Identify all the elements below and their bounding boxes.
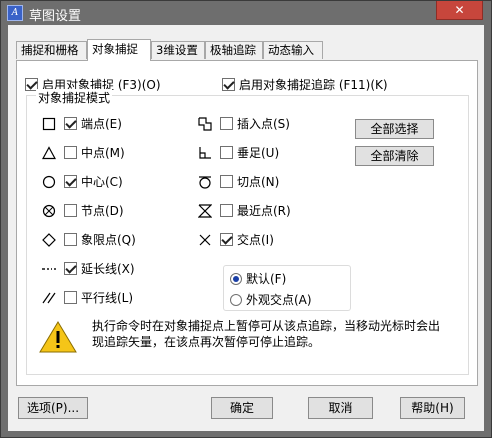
mode-intersection[interactable]: 交点(I) [198, 231, 274, 248]
center-checkbox[interactable] [64, 175, 77, 188]
nearest-label: 最近点(R) [237, 204, 291, 218]
nearest-checkbox[interactable] [220, 204, 233, 217]
quadrant-checkbox[interactable] [64, 233, 77, 246]
extension-label: 延长线(X) [81, 262, 135, 276]
clear-all-button[interactable]: 全部清除 [355, 146, 434, 166]
tab-dynamic-input[interactable]: 动态输入 [263, 41, 323, 59]
dialog-client: 捕捉和栅格 对象捕捉 3维设置 极轴追踪 动态输入 启用对象捕捉 (F3)(O)… [8, 25, 484, 431]
intersection-checkbox[interactable] [220, 233, 233, 246]
mode-extension[interactable]: 延长线(X) [42, 260, 135, 277]
nearest-marker-icon [197, 203, 213, 218]
parallel-marker-icon [42, 291, 56, 305]
apparent-intersection-option[interactable]: 外观交点(A) [230, 291, 312, 308]
mode-node[interactable]: 节点(D) [42, 202, 124, 219]
mode-insertion[interactable]: 插入点(S) [198, 115, 290, 132]
center-marker-icon [42, 175, 56, 189]
drafting-settings-window: A 草图设置 ✕ 捕捉和栅格 对象捕捉 3维设置 极轴追踪 动态输入 启用对象捕… [0, 0, 492, 438]
mode-quadrant[interactable]: 象限点(Q) [42, 231, 136, 248]
node-label: 节点(D) [81, 204, 124, 218]
endpoint-label: 端点(E) [81, 117, 122, 131]
mode-midpoint[interactable]: 中点(M) [41, 144, 125, 161]
app-icon: A [7, 5, 23, 21]
midpoint-checkbox[interactable] [64, 146, 77, 159]
midpoint-label: 中点(M) [81, 146, 125, 160]
intersection-marker-icon [198, 233, 212, 247]
default-radio[interactable] [230, 272, 242, 285]
warning-icon [39, 321, 77, 353]
tab-3d-settings[interactable]: 3维设置 [151, 41, 205, 59]
mode-parallel[interactable]: 平行线(L) [42, 289, 133, 306]
apparent-radio-label: 外观交点(A) [246, 293, 312, 307]
osnap-modes-title: 对象捕捉模式 [36, 89, 113, 106]
endpoint-marker-icon [42, 117, 56, 131]
quadrant-marker-icon [42, 232, 56, 247]
mode-endpoint[interactable]: 端点(E) [42, 115, 122, 132]
endpoint-checkbox[interactable] [64, 117, 77, 130]
mode-tangent[interactable]: 切点(N) [198, 173, 279, 190]
tab-polar-tracking[interactable]: 极轴追踪 [205, 41, 263, 59]
tracking-note: 执行命令时在对象捕捉点上暂停可从该点追踪，当移动光标时会出现追踪矢量，在该点再次… [92, 319, 441, 349]
intersection-label: 交点(I) [237, 233, 274, 247]
quadrant-label: 象限点(Q) [81, 233, 136, 247]
mode-perpendicular[interactable]: 垂足(U) [198, 144, 279, 161]
tangent-checkbox[interactable] [220, 175, 233, 188]
insertion-checkbox[interactable] [220, 117, 233, 130]
ok-button[interactable]: 确定 [211, 397, 273, 419]
extension-checkbox[interactable] [64, 262, 77, 275]
cancel-button[interactable]: 取消 [308, 397, 373, 419]
perpendicular-label: 垂足(U) [237, 146, 280, 160]
tab-object-snap[interactable]: 对象捕捉 [87, 39, 151, 61]
tangent-label: 切点(N) [237, 175, 280, 189]
insertion-label: 插入点(S) [237, 117, 290, 131]
options-button[interactable]: 选项(P)... [18, 397, 88, 419]
parallel-checkbox[interactable] [64, 291, 77, 304]
enable-tracking-label: 启用对象捕捉追踪 (F11)(K) [239, 78, 388, 92]
node-marker-icon [42, 204, 56, 218]
window-title: 草图设置 [29, 9, 82, 24]
tab-snap-grid[interactable]: 捕捉和栅格 [16, 41, 87, 59]
enable-tracking-option[interactable]: 启用对象捕捉追踪 (F11)(K) [222, 76, 388, 93]
insertion-marker-icon [198, 116, 212, 131]
default-radio-label: 默认(F) [246, 272, 287, 286]
tangent-marker-icon [198, 175, 212, 189]
title-bar[interactable]: A 草图设置 ✕ [1, 1, 491, 25]
node-checkbox[interactable] [64, 204, 77, 217]
close-button[interactable]: ✕ [436, 1, 483, 20]
apparent-radio[interactable] [230, 293, 242, 306]
enable-tracking-checkbox[interactable] [222, 78, 235, 91]
center-label: 中心(C) [81, 175, 123, 189]
mode-center[interactable]: 中心(C) [42, 173, 123, 190]
perpendicular-marker-icon [198, 146, 212, 160]
default-intersection-option[interactable]: 默认(F) [230, 270, 286, 287]
select-all-button[interactable]: 全部选择 [355, 119, 434, 139]
perpendicular-checkbox[interactable] [220, 146, 233, 159]
help-button[interactable]: 帮助(H) [400, 397, 465, 419]
parallel-label: 平行线(L) [81, 291, 134, 305]
mode-nearest[interactable]: 最近点(R) [197, 202, 291, 219]
extension-marker-icon [42, 262, 56, 276]
midpoint-marker-icon [41, 145, 57, 160]
